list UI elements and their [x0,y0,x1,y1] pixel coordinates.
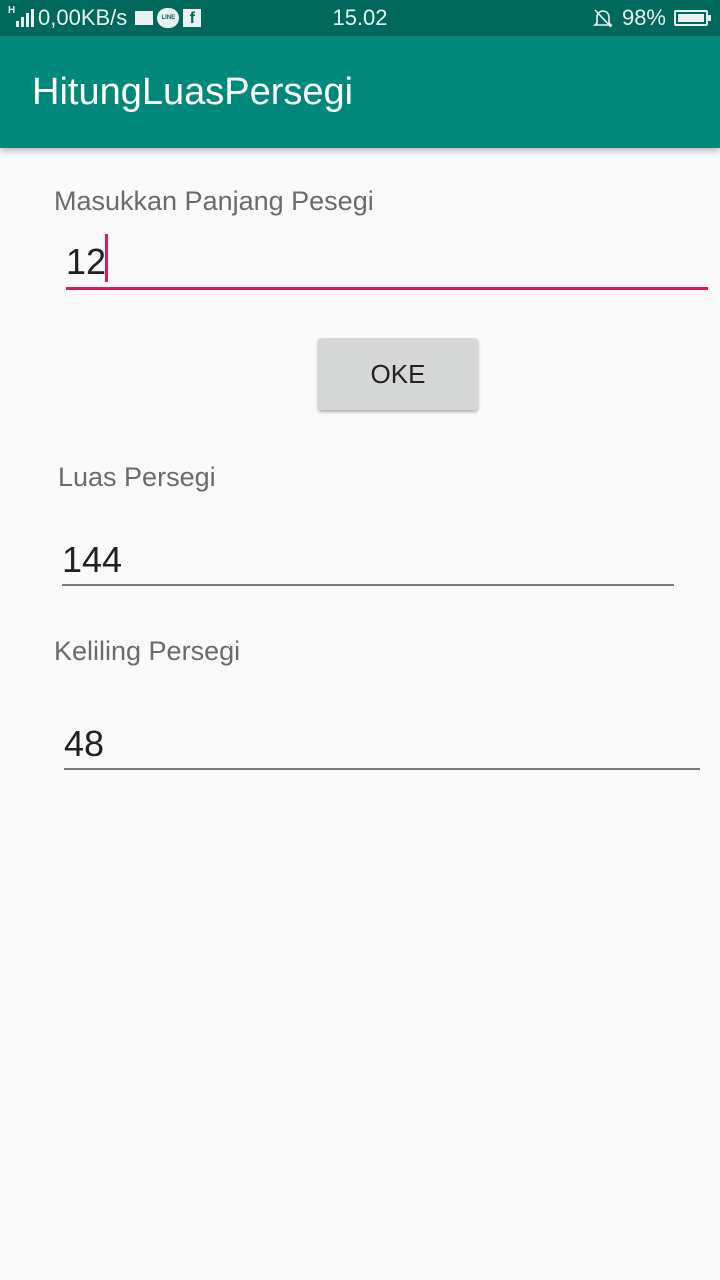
area-field-underline [62,584,674,586]
line-icon: LINE [157,8,180,28]
length-label: Masukkan Panjang Pesegi [54,186,374,216]
perimeter-field-underline [64,768,700,770]
app-bar: HitungLuasPersegi [0,36,720,148]
perimeter-field[interactable]: 48 [64,723,104,765]
length-input[interactable]: 12 [66,241,106,283]
facebook-icon: f [183,9,202,27]
battery-percent: 98% [621,5,666,30]
status-left: H 0,00KB/s LINE f [8,0,202,36]
text-cursor [105,234,108,282]
perimeter-label: Keliling Persegi [54,636,241,666]
mail-icon [135,11,154,25]
oke-button[interactable]: OKE [318,338,478,410]
status-right: 98% [592,0,711,36]
area-label: Luas Persegi [58,462,216,492]
network-speed: 0,00KB/s [38,5,128,30]
status-bar: H 0,00KB/s LINE f 15.02 98% [0,0,720,36]
mute-bell-icon [593,9,613,28]
length-input-underline [66,287,708,290]
app-title: HitungLuasPersegi [32,71,354,113]
battery-icon [674,10,711,26]
area-field[interactable]: 144 [62,539,122,581]
signal-icon: H [8,5,34,27]
